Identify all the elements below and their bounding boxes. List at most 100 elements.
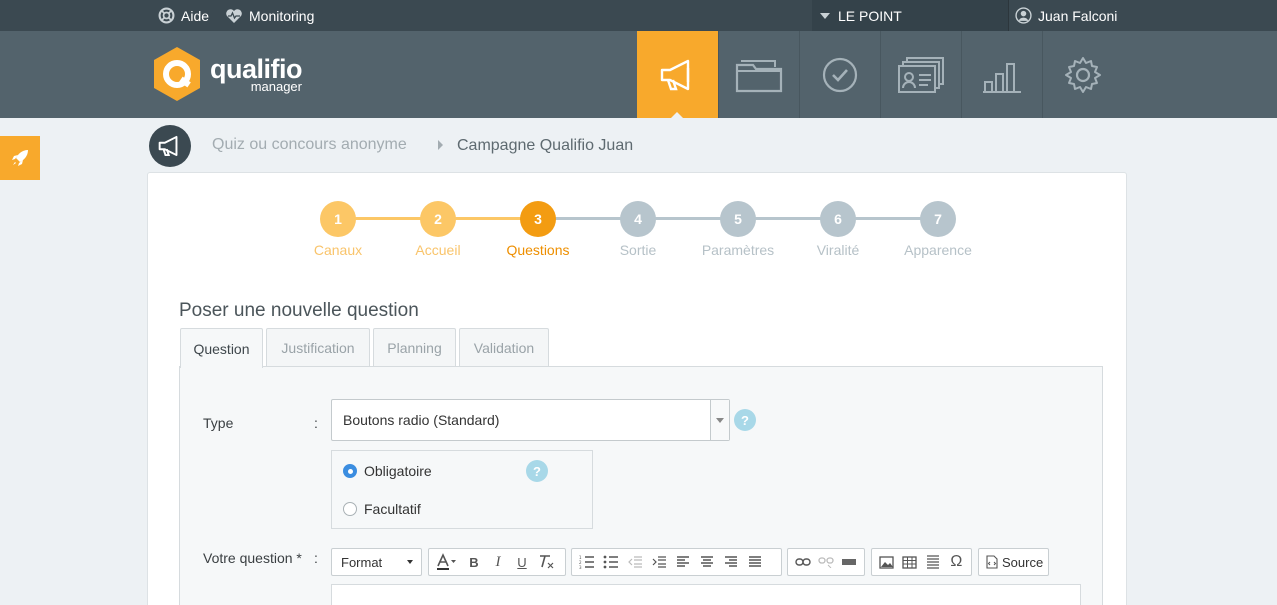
check-circle-icon: [822, 57, 858, 92]
step-1[interactable]: 1: [320, 201, 356, 237]
type-help-icon[interactable]: ?: [734, 409, 756, 431]
caret-down-icon: [716, 417, 724, 423]
italic-icon[interactable]: I: [486, 550, 510, 574]
text-style-group: B I U: [428, 548, 566, 576]
help-link[interactable]: Aide: [158, 0, 209, 31]
monitoring-label: Monitoring: [249, 7, 315, 24]
folder-icon: [735, 59, 783, 92]
remove-format-icon[interactable]: [534, 550, 558, 574]
caret-down-icon: [820, 12, 830, 19]
campaign-type-icon-wrap: [149, 125, 191, 167]
logo-text: qualifio manager: [210, 55, 303, 93]
nav-library[interactable]: [718, 31, 799, 118]
align-justify-icon[interactable]: [743, 550, 767, 574]
qualifio-logo-icon: [154, 47, 200, 101]
radio-optional[interactable]: Facultatif: [343, 501, 421, 517]
megaphone-icon: [158, 135, 178, 157]
user-name: Juan Falconi: [1038, 7, 1118, 24]
nav-settings[interactable]: [1042, 31, 1123, 118]
select-arrow[interactable]: [710, 400, 729, 440]
link-group: [787, 548, 865, 576]
help-label: Aide: [181, 7, 210, 24]
step-4-label[interactable]: Sortie: [583, 242, 693, 258]
nav-statistics[interactable]: [961, 31, 1042, 118]
type-colon: :: [314, 415, 318, 431]
horizontal-rule-icon[interactable]: [922, 550, 945, 574]
format-dropdown[interactable]: Format: [331, 548, 422, 576]
outdent-icon[interactable]: [623, 550, 647, 574]
bold-icon[interactable]: B: [462, 550, 486, 574]
requirement-group: [331, 450, 593, 529]
tab-justification[interactable]: Justification: [266, 328, 370, 367]
source-button[interactable]: Source: [978, 548, 1049, 576]
account-dropdown[interactable]: LE POINT: [820, 0, 902, 31]
image-icon[interactable]: [875, 550, 898, 574]
radio-required-circle[interactable]: [343, 464, 357, 478]
nav-contacts[interactable]: [880, 31, 961, 118]
align-left-icon[interactable]: [671, 550, 695, 574]
question-editor[interactable]: [331, 584, 1081, 605]
gear-icon: [1065, 56, 1101, 93]
user-icon: [1015, 7, 1032, 24]
insert-group: Ω: [871, 548, 972, 576]
step-1-label[interactable]: Canaux: [283, 242, 393, 258]
section-title: Poser une nouvelle question: [179, 300, 419, 321]
user-menu[interactable]: Juan Falconi: [1015, 0, 1117, 31]
nav-validation[interactable]: [799, 31, 880, 118]
paragraph-group: 123: [571, 548, 782, 576]
table-icon[interactable]: [898, 550, 921, 574]
step-7[interactable]: 7: [920, 201, 956, 237]
source-code-icon: [986, 555, 998, 569]
breadcrumb-current: Campagne Qualifio Juan: [457, 137, 634, 154]
nav-campaigns[interactable]: [637, 31, 718, 119]
launch-button[interactable]: [0, 136, 40, 180]
breadcrumb-parent[interactable]: Quiz ou concours anonyme: [212, 136, 407, 154]
radio-required[interactable]: Obligatoire: [343, 463, 432, 479]
indent-icon[interactable]: [647, 550, 671, 574]
contacts-icon: [898, 56, 944, 93]
megaphone-icon: [660, 59, 689, 90]
step-5[interactable]: 5: [720, 201, 756, 237]
special-char-icon[interactable]: Ω: [945, 550, 968, 574]
radio-optional-circle[interactable]: [343, 502, 357, 516]
text-color-icon[interactable]: [432, 550, 462, 574]
underline-icon[interactable]: U: [510, 550, 534, 574]
step-2-label[interactable]: Accueil: [383, 242, 493, 258]
step-4[interactable]: 4: [620, 201, 656, 237]
required-help-icon[interactable]: ?: [526, 460, 548, 482]
step-6[interactable]: 6: [820, 201, 856, 237]
step-6-label[interactable]: Viralité: [783, 242, 893, 258]
format-label: Format: [341, 554, 383, 570]
source-label: Source: [1002, 554, 1044, 570]
radio-optional-label: Facultatif: [364, 501, 421, 517]
svg-text:3: 3: [579, 565, 582, 569]
heart-pulse-icon: [226, 8, 242, 23]
breadcrumb-chevron-icon: [438, 140, 443, 150]
bullet-list-icon[interactable]: [599, 550, 623, 574]
tab-validation[interactable]: Validation: [459, 328, 549, 367]
link-icon[interactable]: [791, 550, 814, 574]
question-colon: :: [314, 550, 318, 566]
tab-question[interactable]: Question: [180, 328, 263, 368]
type-select-value: Boutons radio (Standard): [343, 412, 500, 428]
type-label: Type: [203, 415, 234, 431]
align-center-icon[interactable]: [695, 550, 719, 574]
align-right-icon[interactable]: [719, 550, 743, 574]
step-2[interactable]: 2: [420, 201, 456, 237]
lifebuoy-icon: [158, 7, 175, 24]
anchor-icon[interactable]: [838, 550, 861, 574]
main-nav: [637, 31, 1123, 119]
logo[interactable]: qualifio manager: [152, 46, 303, 102]
tab-planning[interactable]: Planning: [373, 328, 456, 367]
type-select[interactable]: Boutons radio (Standard): [331, 399, 730, 441]
step-5-label[interactable]: Paramètres: [683, 242, 793, 258]
step-3-label[interactable]: Questions: [483, 242, 593, 258]
bar-chart-icon: [983, 62, 1021, 93]
monitoring-link[interactable]: Monitoring: [225, 0, 314, 31]
question-label: Votre question *: [203, 550, 302, 566]
step-3[interactable]: 3: [520, 201, 556, 237]
step-7-label[interactable]: Apparence: [883, 242, 993, 258]
unlink-icon[interactable]: [814, 550, 837, 574]
top-bar: Aide Monitoring LE POINT Juan Falconi: [0, 0, 1277, 31]
numbered-list-icon[interactable]: 123: [575, 550, 599, 574]
